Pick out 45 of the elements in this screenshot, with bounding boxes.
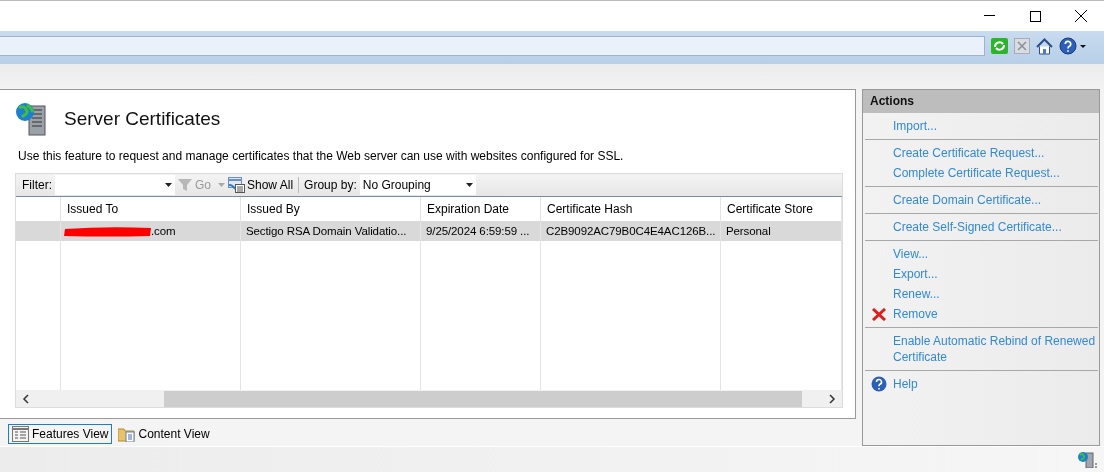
folder-document-icon <box>118 426 136 442</box>
address-field[interactable] <box>0 36 985 56</box>
dropdown-icon <box>465 183 473 187</box>
actions-title: Actions <box>863 90 1099 113</box>
action-link[interactable]: View... <box>893 244 929 264</box>
funnel-icon <box>178 178 192 192</box>
refresh-icon[interactable] <box>991 38 1008 54</box>
delete-icon <box>872 307 886 321</box>
minimize-icon[interactable] <box>983 15 995 17</box>
action-link[interactable]: Enable Automatic Rebind of Renewed Certificate <box>893 331 1098 367</box>
server-globe-icon <box>1078 451 1098 468</box>
action-link[interactable]: Import... <box>893 116 937 136</box>
action-link[interactable]: Renew... <box>893 284 940 304</box>
help-icon[interactable] <box>1059 37 1087 55</box>
show-all-button[interactable]: Show All <box>228 177 294 193</box>
table-cell: .com <box>61 221 241 241</box>
list-icon <box>12 426 29 442</box>
group-by-dropdown[interactable]: No Grouping <box>359 175 476 195</box>
action-link[interactable]: Create Certificate Request... <box>893 143 1045 163</box>
action-link[interactable]: Complete Certificate Request... <box>893 163 1060 183</box>
table-cell: Personal <box>721 221 842 241</box>
action-link[interactable]: Create Self-Signed Certificate... <box>893 217 1062 237</box>
view-tab[interactable]: Features View <box>8 424 113 444</box>
action-link[interactable]: Help <box>893 374 918 394</box>
page-description: Use this feature to request and manage certificates that the Web server can use with websites configured for SSL. <box>18 149 625 163</box>
page-title: Server Certificates <box>64 108 221 130</box>
action-link[interactable]: Create Domain Certificate... <box>893 190 1042 210</box>
table-cell: Sectigo RSA Domain Validatio... <box>241 221 421 241</box>
table-cell: 9/25/2024 6:59:59 ... <box>421 221 541 241</box>
filter-field[interactable] <box>55 175 175 195</box>
view-tab[interactable]: Content View <box>114 424 214 444</box>
filter-label: Filter: <box>21 178 52 192</box>
group-by-label: Group by: <box>304 178 357 192</box>
horizontal-scrollbar[interactable] <box>16 390 842 407</box>
table-cell: C2B9092AC79B0C4E4AC126B... <box>541 221 721 241</box>
action-link[interactable]: Remove <box>893 304 938 324</box>
dropdown-icon <box>165 183 172 187</box>
maximize-icon[interactable] <box>1029 10 1041 22</box>
server-globe-icon <box>15 102 47 136</box>
list-window-icon <box>228 177 245 193</box>
action-link[interactable]: Export... <box>893 264 938 284</box>
home-icon[interactable] <box>1036 37 1053 55</box>
go-button[interactable]: Go <box>195 178 211 192</box>
close-icon[interactable] <box>1075 10 1087 22</box>
help-icon <box>871 376 887 392</box>
